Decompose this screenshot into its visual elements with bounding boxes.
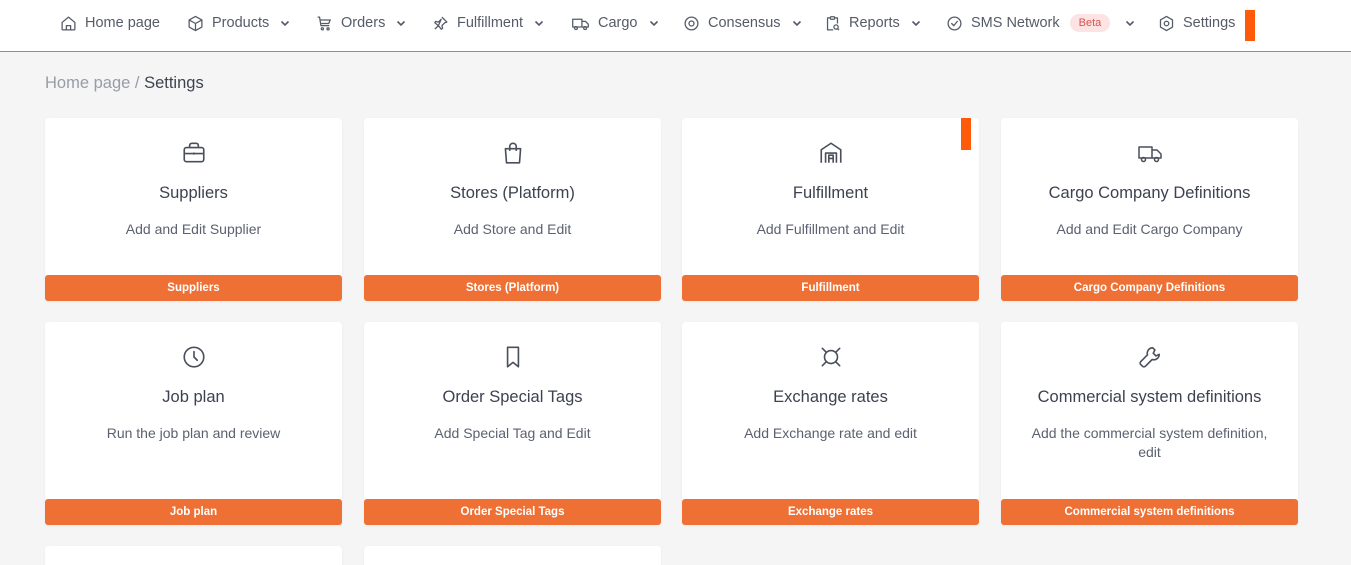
nav-orders[interactable]: Orders (316, 0, 407, 46)
nav-home[interactable]: Home page (60, 0, 160, 46)
order-special-tags-button[interactable]: Order Special Tags (364, 499, 661, 525)
exchange-rates-button[interactable]: Exchange rates (682, 499, 979, 525)
shopping-bag-icon (364, 140, 661, 166)
breadcrumb-current: Settings (144, 74, 204, 92)
breadcrumb-separator: / (130, 74, 145, 92)
nav-fulfillment[interactable]: Fulfillment (432, 0, 545, 46)
card-commercial-system: Commercial system definitions Add the co… (1001, 322, 1298, 525)
card-partial (364, 546, 661, 565)
nav-orders-label: Orders (341, 15, 386, 31)
nav-cargo[interactable]: Cargo (571, 0, 660, 46)
chevron-down-icon (791, 17, 803, 29)
cargo-company-button[interactable]: Cargo Company Definitions (1001, 275, 1298, 301)
warehouse-icon (682, 140, 979, 166)
card-marker (961, 118, 971, 150)
commercial-system-button[interactable]: Commercial system definitions (1001, 499, 1298, 525)
wrench-icon (1001, 344, 1298, 370)
suppliers-button[interactable]: Suppliers (45, 275, 342, 301)
card-description: Add Fulfillment and Edit (756, 221, 905, 237)
nav-sms-network-label: SMS Network (971, 15, 1060, 31)
card-title: Job plan (162, 388, 225, 406)
chevron-down-icon (533, 17, 545, 29)
nav-settings-label: Settings (1183, 15, 1236, 31)
card-description: Add and Edit Cargo Company (1056, 221, 1243, 237)
card-job-plan: Job plan Run the job plan and review Job… (45, 322, 342, 525)
card-cargo-company: Cargo Company Definitions Add and Edit C… (1001, 118, 1298, 301)
beta-badge: Beta (1069, 14, 1111, 32)
briefcase-icon (45, 140, 342, 166)
box-icon (187, 15, 204, 32)
card-description: Run the job plan and review (106, 425, 281, 441)
nav-consensus[interactable]: Consensus (683, 0, 803, 46)
nav-marker (1245, 10, 1255, 41)
nav-fulfillment-label: Fulfillment (457, 15, 524, 31)
nav-reports-label: Reports (849, 15, 900, 31)
card-title: Commercial system definitions (1037, 388, 1262, 406)
card-order-special-tags: Order Special Tags Add Special Tag and E… (364, 322, 661, 525)
nav-home-label: Home page (85, 15, 160, 31)
nav-reports[interactable]: Reports (824, 0, 922, 46)
card-description: Add and Edit Supplier (125, 221, 262, 237)
fulfillment-button[interactable]: Fulfillment (682, 275, 979, 301)
card-fulfillment: Fulfillment Add Fulfillment and Edit Ful… (682, 118, 979, 301)
currency-icon (682, 344, 979, 370)
breadcrumb: Home page / Settings (45, 74, 204, 93)
home-icon (60, 15, 77, 32)
card-partial (45, 546, 342, 565)
nav-products[interactable]: Products (187, 0, 291, 46)
breadcrumb-home[interactable]: Home page (45, 74, 130, 92)
target-icon (683, 15, 700, 32)
card-stores: Stores (Platform) Add Store and Edit Sto… (364, 118, 661, 301)
card-title: Order Special Tags (442, 388, 583, 406)
check-circle-icon (946, 15, 963, 32)
nav-consensus-label: Consensus (708, 15, 781, 31)
stores-button[interactable]: Stores (Platform) (364, 275, 661, 301)
settings-icon (1158, 15, 1175, 32)
card-description: Add the commercial system definition, ed… (1031, 425, 1268, 460)
chevron-down-icon (910, 17, 922, 29)
chevron-down-icon (1124, 17, 1136, 29)
nav-settings[interactable]: Settings (1158, 0, 1235, 46)
card-title: Cargo Company Definitions (1048, 184, 1251, 202)
chevron-down-icon (395, 17, 407, 29)
cart-icon (316, 15, 333, 32)
nav-sms-network[interactable]: SMS Network Beta (946, 0, 1136, 46)
card-title: Exchange rates (773, 388, 888, 406)
nav-cargo-label: Cargo (598, 15, 638, 31)
chevron-down-icon (648, 17, 660, 29)
card-description: Add Special Tag and Edit (434, 425, 591, 441)
truck-icon (1001, 140, 1298, 166)
truck-icon (571, 15, 590, 32)
top-navigation: Home page Products Orders Fulfillment Ca… (0, 0, 1351, 52)
card-description: Add Exchange rate and edit (744, 425, 917, 441)
card-description: Add Store and Edit (453, 221, 572, 237)
report-icon (824, 15, 841, 32)
nav-products-label: Products (212, 15, 270, 31)
card-exchange-rates: Exchange rates Add Exchange rate and edi… (682, 322, 979, 525)
card-suppliers: Suppliers Add and Edit Supplier Supplier… (45, 118, 342, 301)
clock-icon (45, 344, 342, 370)
card-title: Suppliers (159, 184, 228, 202)
pin-icon (432, 15, 449, 32)
card-title: Stores (Platform) (450, 184, 575, 202)
card-title: Fulfillment (792, 184, 869, 202)
bookmark-icon (364, 344, 661, 370)
job-plan-button[interactable]: Job plan (45, 499, 342, 525)
chevron-down-icon (279, 17, 291, 29)
